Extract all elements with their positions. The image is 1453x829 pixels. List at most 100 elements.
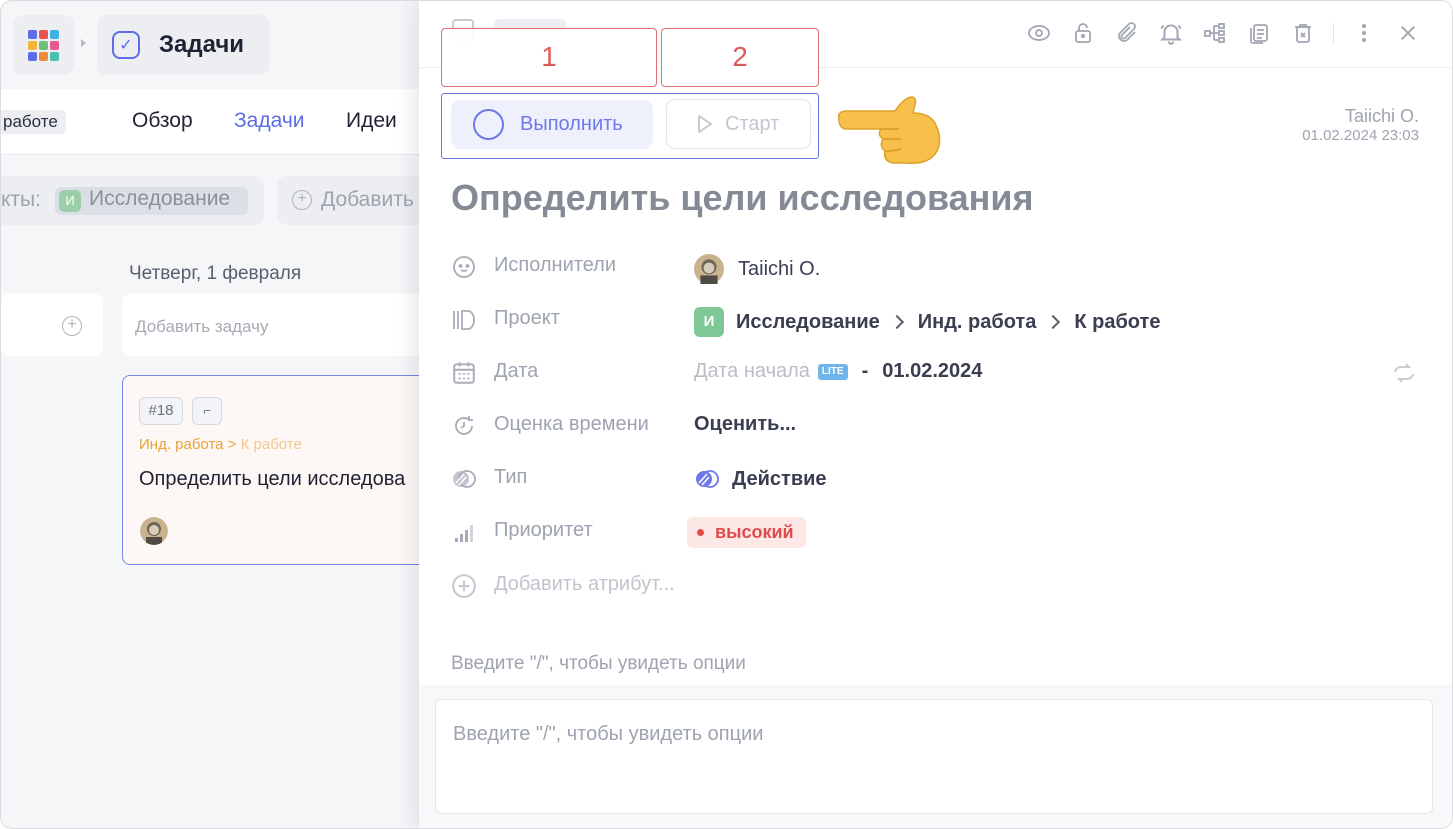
project-letter-badge: И xyxy=(59,190,81,212)
add-attribute-label: Добавить атрибут... xyxy=(494,573,675,595)
assignee-value[interactable]: Taiichi O. xyxy=(694,254,820,284)
priority-label: высокий xyxy=(715,522,794,542)
apps-grid-icon xyxy=(28,29,59,61)
task-created-date: 01.02.2024 23:03 xyxy=(1302,127,1419,144)
annotation-label-1: 1 xyxy=(441,28,657,87)
plus-circle-icon: + xyxy=(292,190,312,210)
assignee-name: Taiichi O. xyxy=(738,257,821,280)
attr-label: Приоритет xyxy=(494,519,593,541)
app-grid-tile xyxy=(50,40,59,50)
task-card-title: Определить цели исследова xyxy=(139,468,406,490)
app-grid-tile xyxy=(50,29,59,39)
complete-button-label: Выполнить xyxy=(520,113,623,135)
app-grid-tile xyxy=(28,51,37,61)
app-title: Задачи xyxy=(159,31,245,58)
copy-icon[interactable] xyxy=(1245,19,1273,47)
filter-label: кты: xyxy=(1,188,41,211)
filter-tag-label: Исследование xyxy=(89,187,231,210)
attr-label: Тип xyxy=(494,466,528,488)
attr-priority: Приоритет высокий xyxy=(451,517,1431,548)
circle-icon xyxy=(473,109,504,140)
paperclip-icon[interactable] xyxy=(1113,19,1141,47)
comment-placeholder: Введите "/", чтобы увидеть опции xyxy=(453,723,764,745)
tab-ideas[interactable]: Идеи xyxy=(346,109,397,133)
app-switcher-button[interactable] xyxy=(13,15,74,75)
complete-button[interactable]: Выполнить xyxy=(451,100,653,149)
assignee-face-icon xyxy=(451,254,477,280)
start-date-placeholder[interactable]: Дата начала xyxy=(694,360,810,383)
attr-label: Дата xyxy=(494,360,539,382)
app-grid-tile xyxy=(28,29,37,39)
start-button-label: Старт xyxy=(725,112,780,135)
attr-label: Оценка времени xyxy=(494,413,649,435)
close-icon[interactable] xyxy=(1394,19,1422,47)
description-editor[interactable]: Введите "/", чтобы увидеть опции xyxy=(451,653,746,675)
header-divider xyxy=(1333,23,1334,43)
plus-circle-icon xyxy=(451,573,477,599)
project-icon xyxy=(451,307,477,333)
eye-icon[interactable] xyxy=(1025,19,1053,47)
task-card-project: Инд. работа xyxy=(139,436,224,453)
hierarchy-icon[interactable] xyxy=(1201,19,1229,47)
task-number-badge: #18 xyxy=(139,397,183,425)
due-date[interactable]: 01.02.2024 xyxy=(882,360,982,383)
attr-assignees: Исполнители Taiichi O. xyxy=(451,252,1431,284)
tab-overview[interactable]: Обзор xyxy=(132,109,193,133)
add-filter-label: Добавить xyxy=(321,188,414,211)
task-card-path: Инд. работа > К работе xyxy=(139,436,302,453)
signal-bars-icon xyxy=(451,519,477,545)
start-button[interactable]: Старт xyxy=(666,99,811,149)
type-value[interactable]: Действие xyxy=(694,466,827,492)
avatar xyxy=(140,517,168,545)
task-author: Taiichi O. xyxy=(1344,106,1419,126)
task-detail-panel: 1 2 Выполнить Старт Taiichi O. 01.02.202… xyxy=(419,1,1452,828)
priority-value[interactable]: высокий xyxy=(687,517,806,548)
breadcrumb-arrow-icon xyxy=(81,39,86,47)
timer-icon xyxy=(451,413,477,439)
repeat-icon[interactable] xyxy=(1391,361,1417,390)
lock-icon[interactable] xyxy=(1069,19,1097,47)
project-group: Инд. работа xyxy=(917,310,1037,333)
project-status: К работе xyxy=(1074,310,1161,333)
app-grid-tile xyxy=(28,40,37,50)
day-column-title: Четверг, 1 февраля xyxy=(129,263,302,284)
trash-icon[interactable] xyxy=(1289,19,1317,47)
estimate-value[interactable]: Оценить... xyxy=(694,413,796,436)
app-title-button[interactable]: ✓ Задачи xyxy=(97,15,270,75)
tab-tasks[interactable]: Задачи xyxy=(234,109,305,133)
attr-project: Проект И Исследование Инд. работа К рабо… xyxy=(451,305,1431,337)
task-title[interactable]: Определить цели исследования xyxy=(451,177,1034,219)
project-letter-badge: И xyxy=(694,307,724,337)
annotation-label-2: 2 xyxy=(661,28,819,87)
plus-circle-icon[interactable]: + xyxy=(62,316,82,336)
attr-label: Проект xyxy=(494,307,560,329)
path-separator: > xyxy=(227,436,237,453)
more-vertical-icon[interactable] xyxy=(1350,19,1378,47)
status-chip[interactable]: работе xyxy=(1,110,66,134)
type-icon xyxy=(451,466,477,492)
add-task-placeholder: Добавить задачу xyxy=(135,317,269,336)
comment-input[interactable] xyxy=(435,699,1433,814)
date-separator: - xyxy=(861,360,869,382)
add-attribute-button[interactable]: Добавить атрибут... xyxy=(451,571,1431,601)
type-name: Действие xyxy=(732,467,827,490)
subtask-icon: ⌐ xyxy=(192,397,222,425)
previous-day-add-task[interactable] xyxy=(1,294,103,356)
task-card-status: К работе xyxy=(240,436,302,453)
attr-estimate: Оценка времени Оценить... xyxy=(451,411,1431,441)
attr-date: Дата Дата начала LITE - 01.02.2024 xyxy=(451,358,1431,388)
bell-icon[interactable] xyxy=(1157,19,1185,47)
action-type-icon xyxy=(696,470,719,488)
chevron-right-icon xyxy=(889,314,904,330)
chevron-right-icon xyxy=(1046,314,1061,330)
play-icon xyxy=(698,115,712,133)
avatar xyxy=(694,254,724,284)
tasks-check-icon: ✓ xyxy=(112,31,140,59)
project-value[interactable]: И Исследование Инд. работа К работе xyxy=(694,307,1160,337)
date-value[interactable]: Дата начала LITE - 01.02.2024 xyxy=(694,360,982,383)
priority-badge: высокий xyxy=(687,517,806,548)
calendar-icon xyxy=(451,360,477,386)
attr-label: Исполнители xyxy=(494,254,617,276)
app-grid-tile xyxy=(39,40,48,50)
priority-dot xyxy=(697,529,704,536)
